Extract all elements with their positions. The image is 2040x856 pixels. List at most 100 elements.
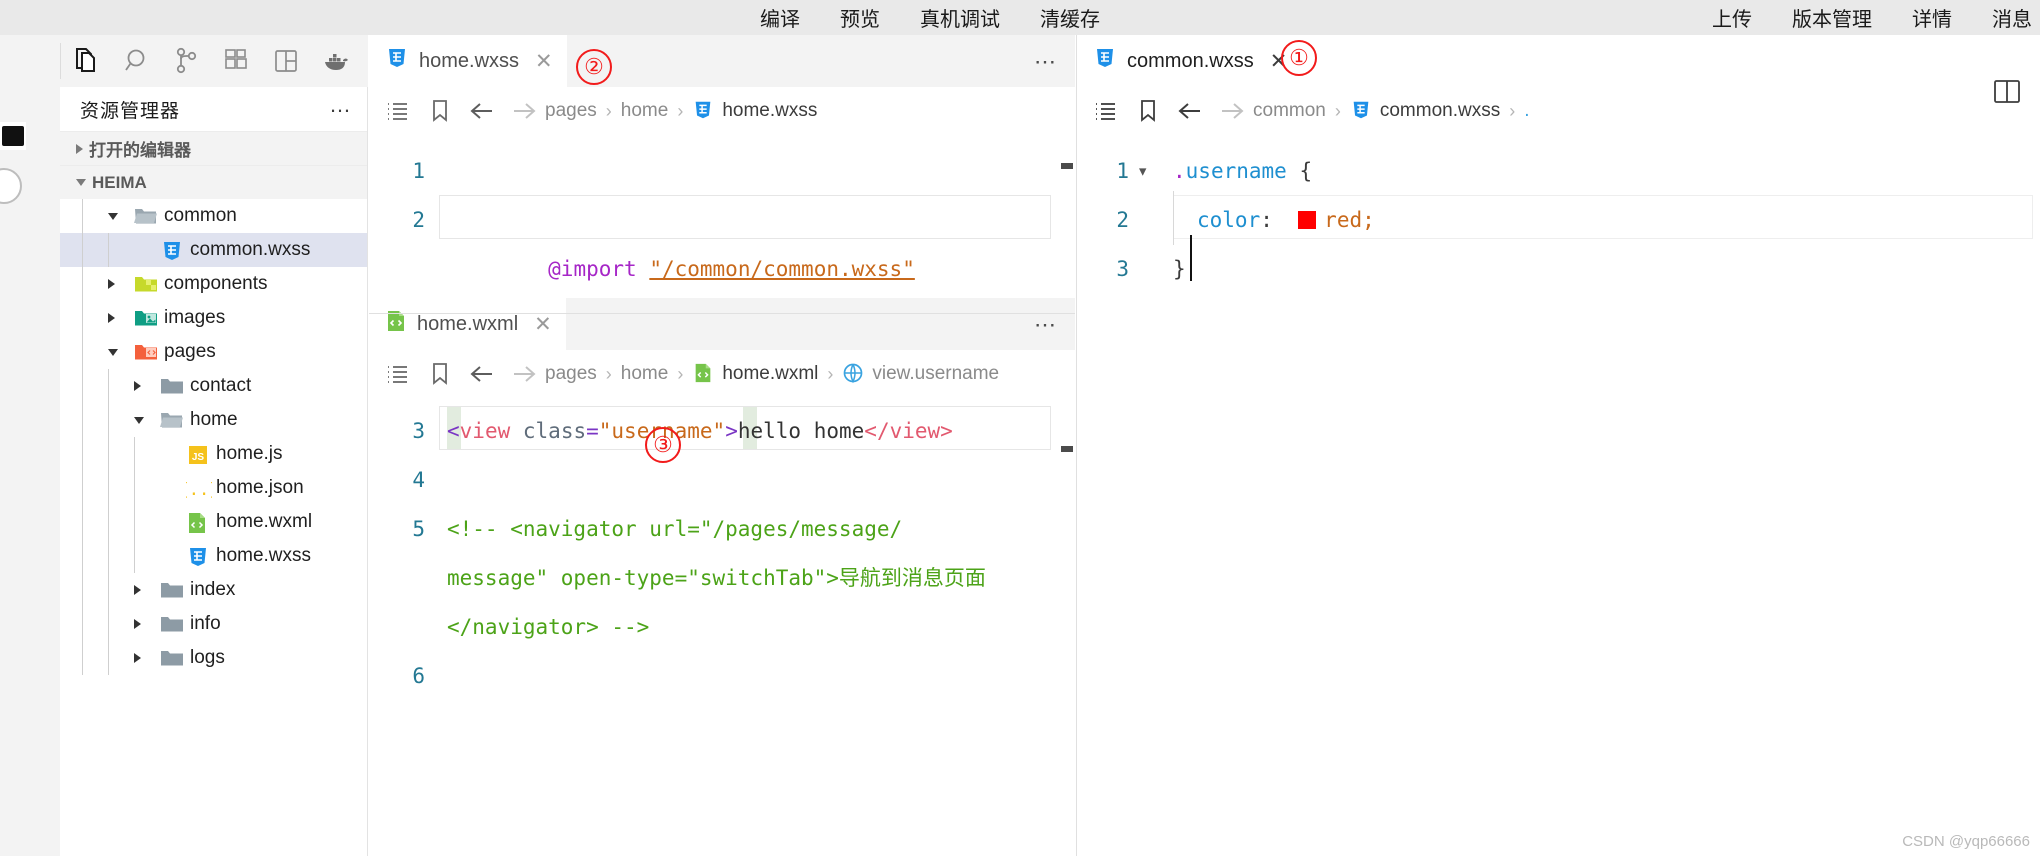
split-editor-icon[interactable] — [1992, 79, 2022, 110]
wxss-file-icon — [692, 99, 714, 123]
tree-item-home-wxml[interactable]: home.wxml — [60, 505, 367, 539]
editor-actions-more-icon[interactable]: ⋯ — [1034, 49, 1059, 75]
breadcrumb-symbol[interactable]: view.username — [872, 363, 999, 385]
tree-item-contact[interactable]: contact — [60, 369, 367, 403]
section-workspace-heima[interactable]: HEIMA — [60, 165, 367, 199]
editor-scrollbar-thumb[interactable] — [1061, 446, 1073, 452]
tabbar-left-bottom: home.wxml ✕ ⋯ — [369, 298, 1075, 350]
editor-scrollbar-thumb[interactable] — [1061, 163, 1073, 169]
json-file-icon: {..} — [179, 477, 220, 500]
menu-messages[interactable]: 消息 — [1992, 3, 2032, 32]
editor-pane-splitter[interactable] — [369, 313, 1075, 314]
menu-version-control[interactable]: 版本管理 — [1792, 3, 1872, 32]
bookmark-icon[interactable] — [419, 350, 461, 398]
section-open-editors[interactable]: 打开的编辑器 — [60, 131, 367, 165]
chevron-down-icon[interactable] — [108, 212, 126, 220]
back-arrow-icon[interactable] — [1169, 87, 1211, 135]
forward-arrow-icon[interactable] — [503, 87, 545, 135]
bookmark-icon[interactable] — [1127, 87, 1169, 135]
chevron-right-icon[interactable] — [134, 381, 152, 391]
outline-list-icon[interactable] — [1085, 87, 1127, 135]
code-editor-common-wxss[interactable]: 1 ▾ .username { 2 color: red; 3 } — [1077, 135, 2040, 856]
tree-item-index[interactable]: index — [60, 573, 367, 607]
outline-list-icon[interactable] — [377, 350, 419, 398]
tree-item-home[interactable]: home — [60, 403, 367, 437]
tree-indent-guide — [108, 437, 109, 471]
menu-remote-debug[interactable]: 真机调试 — [920, 3, 1000, 32]
menu-clear-cache[interactable]: 清缓存 — [1040, 3, 1100, 32]
tree-item-label: pages — [164, 341, 216, 362]
breadcrumb-part-pages[interactable]: pages — [545, 363, 597, 385]
tree-item-home-js[interactable]: JS home.js — [60, 437, 367, 471]
js-file-icon: JS — [186, 443, 208, 465]
chevron-right-icon[interactable] — [134, 619, 152, 629]
breadcrumb-current-file[interactable]: common.wxss — [1380, 100, 1500, 122]
tree-item-info[interactable]: info — [60, 607, 367, 641]
tree-item-images[interactable]: images — [60, 301, 367, 335]
tree-item-logs[interactable]: logs — [60, 641, 367, 675]
breadcrumb-part-home[interactable]: home — [621, 363, 669, 385]
tree-item-common-wxss[interactable]: common.wxss — [60, 233, 367, 267]
breadcrumb-current-file[interactable]: home.wxss — [722, 100, 817, 122]
layout-split-icon[interactable] — [261, 35, 311, 87]
tab-home-wxml[interactable]: home.wxml ✕ — [369, 298, 566, 350]
section-open-editors-label: 打开的编辑器 — [89, 141, 191, 160]
titlebar-right-menu: 上传 版本管理 详情 消息 — [1712, 0, 2032, 35]
color-swatch[interactable] — [1298, 211, 1317, 229]
editor-actions-more-icon[interactable]: ⋯ — [1034, 312, 1059, 338]
code-editor-home-wxml[interactable]: 3 <view class="username">hello home</vie… — [369, 398, 1075, 856]
tree-item-pages[interactable]: pages — [60, 335, 367, 369]
chevron-down-icon[interactable] — [134, 416, 152, 424]
source-control-icon[interactable] — [161, 35, 211, 87]
tree-indent-guide — [108, 641, 109, 675]
chevron-right-icon[interactable] — [134, 653, 152, 663]
code-line: color: red; — [1197, 196, 1375, 245]
menu-preview[interactable]: 预览 — [840, 3, 880, 32]
chevron-down-icon[interactable] — [108, 348, 126, 356]
code-token-value: red; — [1324, 208, 1375, 232]
bookmark-icon[interactable] — [419, 87, 461, 135]
explorer-header: 资源管理器 … — [60, 87, 367, 131]
forward-arrow-icon[interactable] — [503, 350, 545, 398]
line-number: 6 — [412, 664, 425, 688]
chevron-right-icon[interactable] — [134, 585, 152, 595]
tab-home-wxss[interactable]: home.wxss ✕ — [369, 35, 567, 87]
tree-item-home-wxss[interactable]: home.wxss — [60, 539, 367, 573]
tree-item-common[interactable]: common — [60, 199, 367, 233]
folder-images-icon — [134, 307, 157, 329]
explorer-more-icon[interactable]: … — [329, 94, 353, 118]
wxss-file-icon — [1350, 99, 1372, 123]
folder-icon — [160, 375, 183, 397]
fold-chevron-down-icon[interactable]: ▾ — [1137, 147, 1148, 196]
tab-close-icon[interactable]: ✕ — [534, 312, 552, 337]
explorer-files-icon[interactable] — [61, 35, 111, 87]
tab-close-icon[interactable]: ✕ — [535, 49, 553, 74]
breadcrumb-part-pages[interactable]: pages — [545, 100, 597, 122]
code-line: <!-- <navigator url="/pages/message/ — [447, 517, 903, 541]
tree-item-label: images — [164, 307, 226, 328]
extensions-icon[interactable] — [211, 35, 261, 87]
back-arrow-icon[interactable] — [461, 350, 503, 398]
forward-arrow-icon[interactable] — [1211, 87, 1253, 135]
menu-details[interactable]: 详情 — [1912, 3, 1952, 32]
tree-item-label: contact — [190, 375, 252, 396]
breadcrumb-current-file[interactable]: home.wxml — [722, 363, 818, 385]
wxss-file-icon — [186, 545, 208, 567]
breadcrumb-trailing-symbol[interactable]: . — [1524, 100, 1529, 122]
tree-indent-guide — [108, 369, 109, 403]
chevron-right-icon[interactable] — [108, 313, 126, 323]
docker-icon[interactable] — [311, 35, 361, 87]
breadcrumb-part-home[interactable]: home — [621, 100, 669, 122]
search-icon[interactable] — [111, 35, 161, 87]
code-token-import-path[interactable]: "/common/common.wxss" — [649, 257, 915, 281]
chevron-right-icon[interactable] — [108, 279, 126, 289]
menu-compile[interactable]: 编译 — [760, 3, 800, 32]
edge-tab-stub[interactable] — [0, 122, 26, 150]
breadcrumb-part-common[interactable]: common — [1253, 100, 1326, 122]
menu-upload[interactable]: 上传 — [1712, 3, 1752, 32]
tree-item-components[interactable]: components — [60, 267, 367, 301]
tab-common-wxss[interactable]: common.wxss ✕ — [1077, 35, 1302, 87]
outline-list-icon[interactable] — [377, 87, 419, 135]
back-arrow-icon[interactable] — [461, 87, 503, 135]
tree-item-home-json[interactable]: {..}home.json — [60, 471, 367, 505]
